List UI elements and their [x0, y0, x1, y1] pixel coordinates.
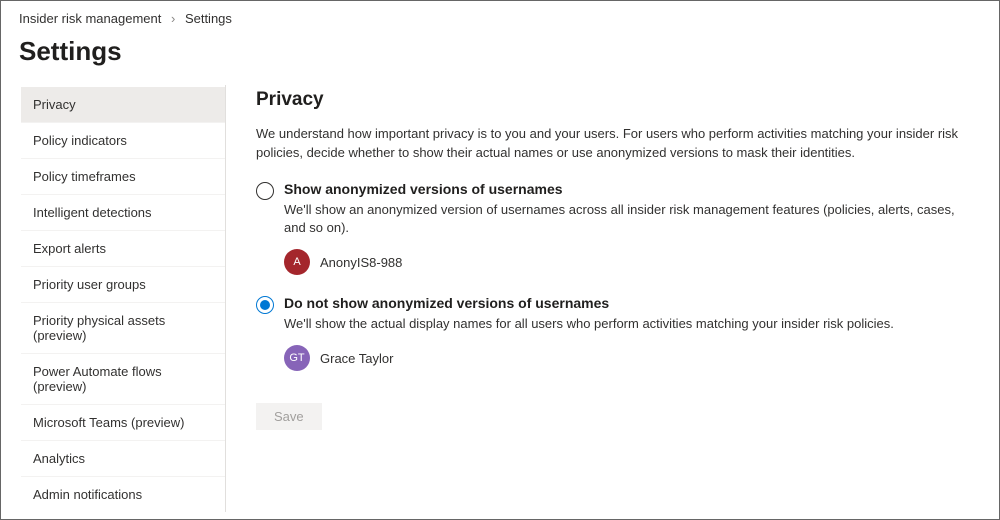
option-actual-names-desc: We'll show the actual display names for … — [284, 315, 969, 333]
chevron-right-icon: › — [171, 11, 175, 26]
radio-actual-names[interactable] — [256, 296, 274, 314]
sidebar-item-privacy[interactable]: Privacy — [21, 87, 225, 123]
sidebar-item-power-automate-flows[interactable]: Power Automate flows (preview) — [21, 354, 225, 405]
sidebar-item-policy-indicators[interactable]: Policy indicators — [21, 123, 225, 159]
section-intro: We understand how important privacy is t… — [256, 125, 969, 163]
example-anonymized-name: AnonyIS8-988 — [320, 255, 402, 270]
option-actual-names: Do not show anonymized versions of usern… — [256, 295, 969, 371]
example-actual-names: GT Grace Taylor — [284, 345, 969, 371]
sidebar-item-policy-timeframes[interactable]: Policy timeframes — [21, 159, 225, 195]
breadcrumb-root[interactable]: Insider risk management — [19, 11, 161, 26]
avatar-anonymized: A — [284, 249, 310, 275]
example-actual-names-name: Grace Taylor — [320, 351, 393, 366]
breadcrumb-current: Settings — [185, 11, 232, 26]
sidebar-item-admin-notifications[interactable]: Admin notifications — [21, 477, 225, 512]
section-title: Privacy — [256, 89, 969, 111]
sidebar-item-priority-physical-assets[interactable]: Priority physical assets (preview) — [21, 303, 225, 354]
radio-anonymized[interactable] — [256, 182, 274, 200]
option-anonymized-desc: We'll show an anonymized version of user… — [284, 201, 969, 237]
sidebar-item-microsoft-teams[interactable]: Microsoft Teams (preview) — [21, 405, 225, 441]
page-title: Settings — [1, 30, 999, 85]
main-panel: Privacy We understand how important priv… — [226, 85, 979, 512]
sidebar-item-analytics[interactable]: Analytics — [21, 441, 225, 477]
example-anonymized: A AnonyIS8-988 — [284, 249, 969, 275]
option-anonymized: Show anonymized versions of usernames We… — [256, 181, 969, 275]
option-anonymized-label[interactable]: Show anonymized versions of usernames — [284, 181, 563, 197]
sidebar-item-export-alerts[interactable]: Export alerts — [21, 231, 225, 267]
option-actual-names-label[interactable]: Do not show anonymized versions of usern… — [284, 295, 609, 311]
settings-sidebar: Privacy Policy indicators Policy timefra… — [21, 85, 226, 512]
avatar-actual-names: GT — [284, 345, 310, 371]
sidebar-item-priority-user-groups[interactable]: Priority user groups — [21, 267, 225, 303]
sidebar-item-intelligent-detections[interactable]: Intelligent detections — [21, 195, 225, 231]
save-button[interactable]: Save — [256, 403, 322, 430]
breadcrumb: Insider risk management › Settings — [1, 1, 999, 30]
